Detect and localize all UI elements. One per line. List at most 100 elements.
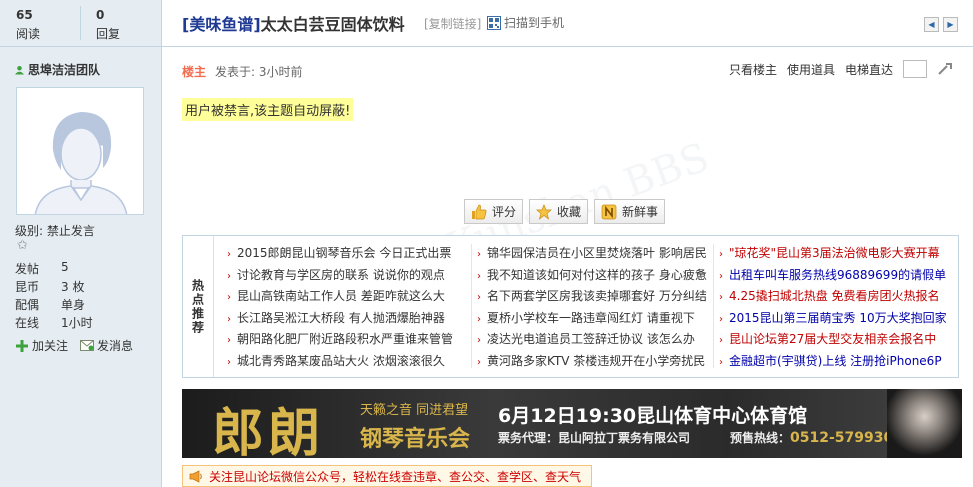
hot-item-text: 昆山论坛第27届大型交友相亲会报名中 bbox=[729, 332, 937, 346]
thumbs-up-icon bbox=[472, 204, 487, 219]
reply-label: 回复 bbox=[96, 27, 121, 41]
follow-button[interactable]: 加关注 bbox=[16, 337, 68, 354]
megaphone-icon bbox=[189, 469, 202, 483]
floor-jump-input[interactable] bbox=[903, 60, 927, 78]
hot-item[interactable]: › 金融超市(宇骐贷)上线 注册抢iPhone6P bbox=[719, 352, 955, 374]
hot-item-text: 城北青秀路某废品站大火 浓烟滚滚很久 bbox=[237, 353, 445, 368]
arrow-icon: › bbox=[477, 292, 481, 303]
hot-item[interactable]: › 昆山高铁南站工作人员 差距咋就这么大 bbox=[227, 287, 467, 309]
fresh-news-label: 新鲜事 bbox=[622, 205, 659, 219]
next-thread-icon[interactable]: ▶ bbox=[943, 17, 958, 32]
info-key: 在线 bbox=[15, 316, 40, 330]
hot-item[interactable]: › 名下两套学区房我该卖掉哪套好 万分纠结 bbox=[477, 287, 709, 309]
wechat-notice[interactable]: 关注昆山论坛微信公众号，轻松在线查违章、查公交、查学区、查天气 bbox=[182, 465, 592, 487]
hot-item[interactable]: › 夏桥小学校车一路违章闯红灯 请重视下 bbox=[477, 309, 709, 331]
hot-column-1: › 2015郎朗昆山钢琴音乐会 今日正式出票 › 讨论教育与学区房的联系 说说你的观… bbox=[227, 244, 467, 373]
hot-item[interactable]: › 2015郎朗昆山钢琴音乐会 今日正式出票 bbox=[227, 244, 467, 266]
arrow-icon: › bbox=[227, 313, 231, 325]
arrow-icon: › bbox=[477, 335, 481, 346]
arrow-icon: › bbox=[719, 313, 723, 325]
rate-button[interactable]: 评分 bbox=[464, 199, 524, 224]
hot-item-text: 昆山高铁南站工作人员 差距咋就这么大 bbox=[237, 289, 445, 303]
title-category[interactable]: [美味鱼谱] bbox=[182, 15, 261, 34]
copy-link-button[interactable]: [复制链接] bbox=[424, 15, 481, 32]
jump-go-icon[interactable] bbox=[937, 62, 953, 76]
hot-item-text: 2015昆山第三届萌宝秀 10万大奖抱回家 bbox=[729, 310, 947, 325]
hot-column-2: › 锦华园保洁员在小区里焚烧落叶 影响居民 › 我不知道该如何对付这样的孩子 身心疲… bbox=[477, 244, 709, 373]
banner-phone: 预售热线：0512-57993030 bbox=[730, 429, 913, 446]
hot-item[interactable]: › 长江路吴淞江大桥段 有人抛洒爆胎神器 bbox=[227, 309, 467, 331]
scan-label: 扫描到手机 bbox=[504, 16, 565, 30]
hot-item-text: 名下两套学区房我该卖掉哪套好 万分纠结 bbox=[487, 289, 707, 303]
hot-item-text: 出租车叫车服务热线96889699的请假单 bbox=[729, 267, 947, 282]
hot-item[interactable]: › 讨论教育与学区房的联系 说说你的观点 bbox=[227, 266, 467, 288]
hot-item[interactable]: › 黄河路多家KTV 茶楼违规开在小学旁扰民 bbox=[477, 352, 709, 374]
banned-message: 用户被禁言,该主题自动屏蔽! bbox=[182, 98, 354, 121]
arrow-icon: › bbox=[227, 249, 231, 260]
hot-item-text: 锦华园保洁员在小区里焚烧落叶 影响居民 bbox=[487, 246, 707, 260]
hot-item-text: 金融超市(宇骐贷)上线 注册抢iPhone6P bbox=[729, 353, 942, 368]
hot-item[interactable]: › "琼花奖"昆山第3届法治微电影大赛开幕 bbox=[719, 244, 955, 266]
hot-item[interactable]: › 2015昆山第三届萌宝秀 10万大奖抱回家 bbox=[719, 309, 955, 331]
hot-item-text: 凌达光电道追员工签辞迁协议 该怎么办 bbox=[487, 332, 695, 346]
favorite-label: 收藏 bbox=[557, 205, 582, 219]
favorite-button[interactable]: 收藏 bbox=[529, 199, 589, 224]
use-tool-link[interactable]: 使用道具 bbox=[787, 61, 835, 78]
reply-stat: 0 回复 bbox=[96, 8, 120, 42]
arrow-icon: › bbox=[227, 270, 231, 282]
read-count: 65 bbox=[16, 8, 33, 22]
hot-item[interactable]: › 出租车叫车服务热线96889699的请假单 bbox=[719, 266, 955, 288]
user-actions: 加关注 发消息 bbox=[16, 337, 133, 354]
hot-item[interactable]: › 我不知道该如何对付这样的孩子 身心疲惫 bbox=[477, 266, 709, 288]
info-row: 发帖 5 bbox=[15, 260, 93, 278]
hot-item[interactable]: › 凌达光电道追员工签辞迁协议 该怎么办 bbox=[477, 330, 709, 352]
hot-item-text: 黄河路多家KTV 茶楼违规开在小学旁扰民 bbox=[487, 353, 706, 368]
info-value: 5 bbox=[61, 260, 69, 274]
banner-ticket-agent: 票务代理：昆山阿拉丁票务有限公司 bbox=[498, 431, 691, 445]
arrow-icon: › bbox=[477, 356, 481, 368]
hot-item-text: 夏桥小学校车一路违章闯红灯 请重视下 bbox=[487, 310, 695, 325]
qr-code-icon bbox=[487, 15, 501, 30]
arrow-icon: › bbox=[477, 313, 481, 325]
only-author-link[interactable]: 只看楼主 bbox=[729, 61, 777, 78]
default-avatar-icon bbox=[17, 88, 143, 214]
hot-item-text: "琼花奖"昆山第3届法治微电影大赛开幕 bbox=[729, 246, 940, 260]
hot-item[interactable]: › 4.25撬扫城北热盘 免费看房团火热报名 bbox=[719, 287, 955, 309]
hot-item[interactable]: › 昆山论坛第27届大型交友相亲会报名中 bbox=[719, 330, 955, 352]
n-badge-icon bbox=[601, 204, 617, 219]
hot-item[interactable]: › 朝阳路化肥厂附近路段积水严重谁来管管 bbox=[227, 330, 467, 352]
info-key: 发帖 bbox=[15, 262, 40, 276]
info-row: 昆币 3 枚 bbox=[15, 278, 93, 296]
username[interactable]: 思埠洁洁团队 bbox=[15, 61, 100, 78]
envelope-icon bbox=[80, 340, 95, 351]
stats-divider bbox=[80, 6, 81, 40]
post-meta-bar: 楼主 发表于: 3小时前 只看楼主 使用道具 电梯直达 bbox=[162, 48, 973, 88]
hot-label-text: 热点推荐 bbox=[190, 278, 205, 335]
hot-label: 热点推荐 bbox=[183, 236, 214, 377]
hot-item[interactable]: › 锦华园保洁员在小区里焚烧落叶 影响居民 bbox=[477, 244, 709, 266]
prev-thread-icon[interactable]: ◀ bbox=[924, 17, 939, 32]
info-key: 配偶 bbox=[15, 298, 40, 312]
hot-item-text: 我不知道该如何对付这样的孩子 身心疲惫 bbox=[487, 267, 707, 282]
concert-banner-ad[interactable]: 郎朗 天籁之音 同进君望 钢琴音乐会 6月12日19:30昆山体育中心体育馆 票… bbox=[182, 389, 962, 458]
notice-text: 关注昆山论坛微信公众号，轻松在线查违章、查公交、查学区、查天气 bbox=[209, 469, 582, 484]
info-value: 单身 bbox=[61, 298, 86, 312]
message-button[interactable]: 发消息 bbox=[80, 337, 133, 354]
user-level: 级别: 禁止发言 bbox=[15, 224, 95, 238]
scan-to-phone-button[interactable]: 扫描到手机 bbox=[487, 14, 564, 31]
arrow-icon: › bbox=[719, 270, 723, 282]
read-label: 阅读 bbox=[16, 27, 41, 41]
info-value: 3 枚 bbox=[61, 280, 85, 294]
author-badge: 楼主 bbox=[182, 65, 207, 79]
arrow-icon: › bbox=[227, 356, 231, 368]
post-time: 发表于: 3小时前 bbox=[215, 65, 303, 79]
thread-title: [美味鱼谱]太太白芸豆固体饮料 bbox=[182, 11, 405, 35]
hot-item[interactable]: › 城北青秀路某废品站大火 浓烟滚滚很久 bbox=[227, 352, 467, 374]
pianist-photo bbox=[887, 389, 962, 458]
hot-item-text: 4.25撬扫城北热盘 免费看房团火热报名 bbox=[729, 289, 940, 303]
star-icon: ✩ bbox=[17, 238, 28, 253]
banner-brand: 郎朗 bbox=[212, 403, 325, 458]
avatar[interactable] bbox=[16, 87, 144, 215]
thread-stats: 65 阅读 0 回复 bbox=[0, 0, 161, 47]
fresh-news-button[interactable]: 新鲜事 bbox=[594, 199, 666, 224]
